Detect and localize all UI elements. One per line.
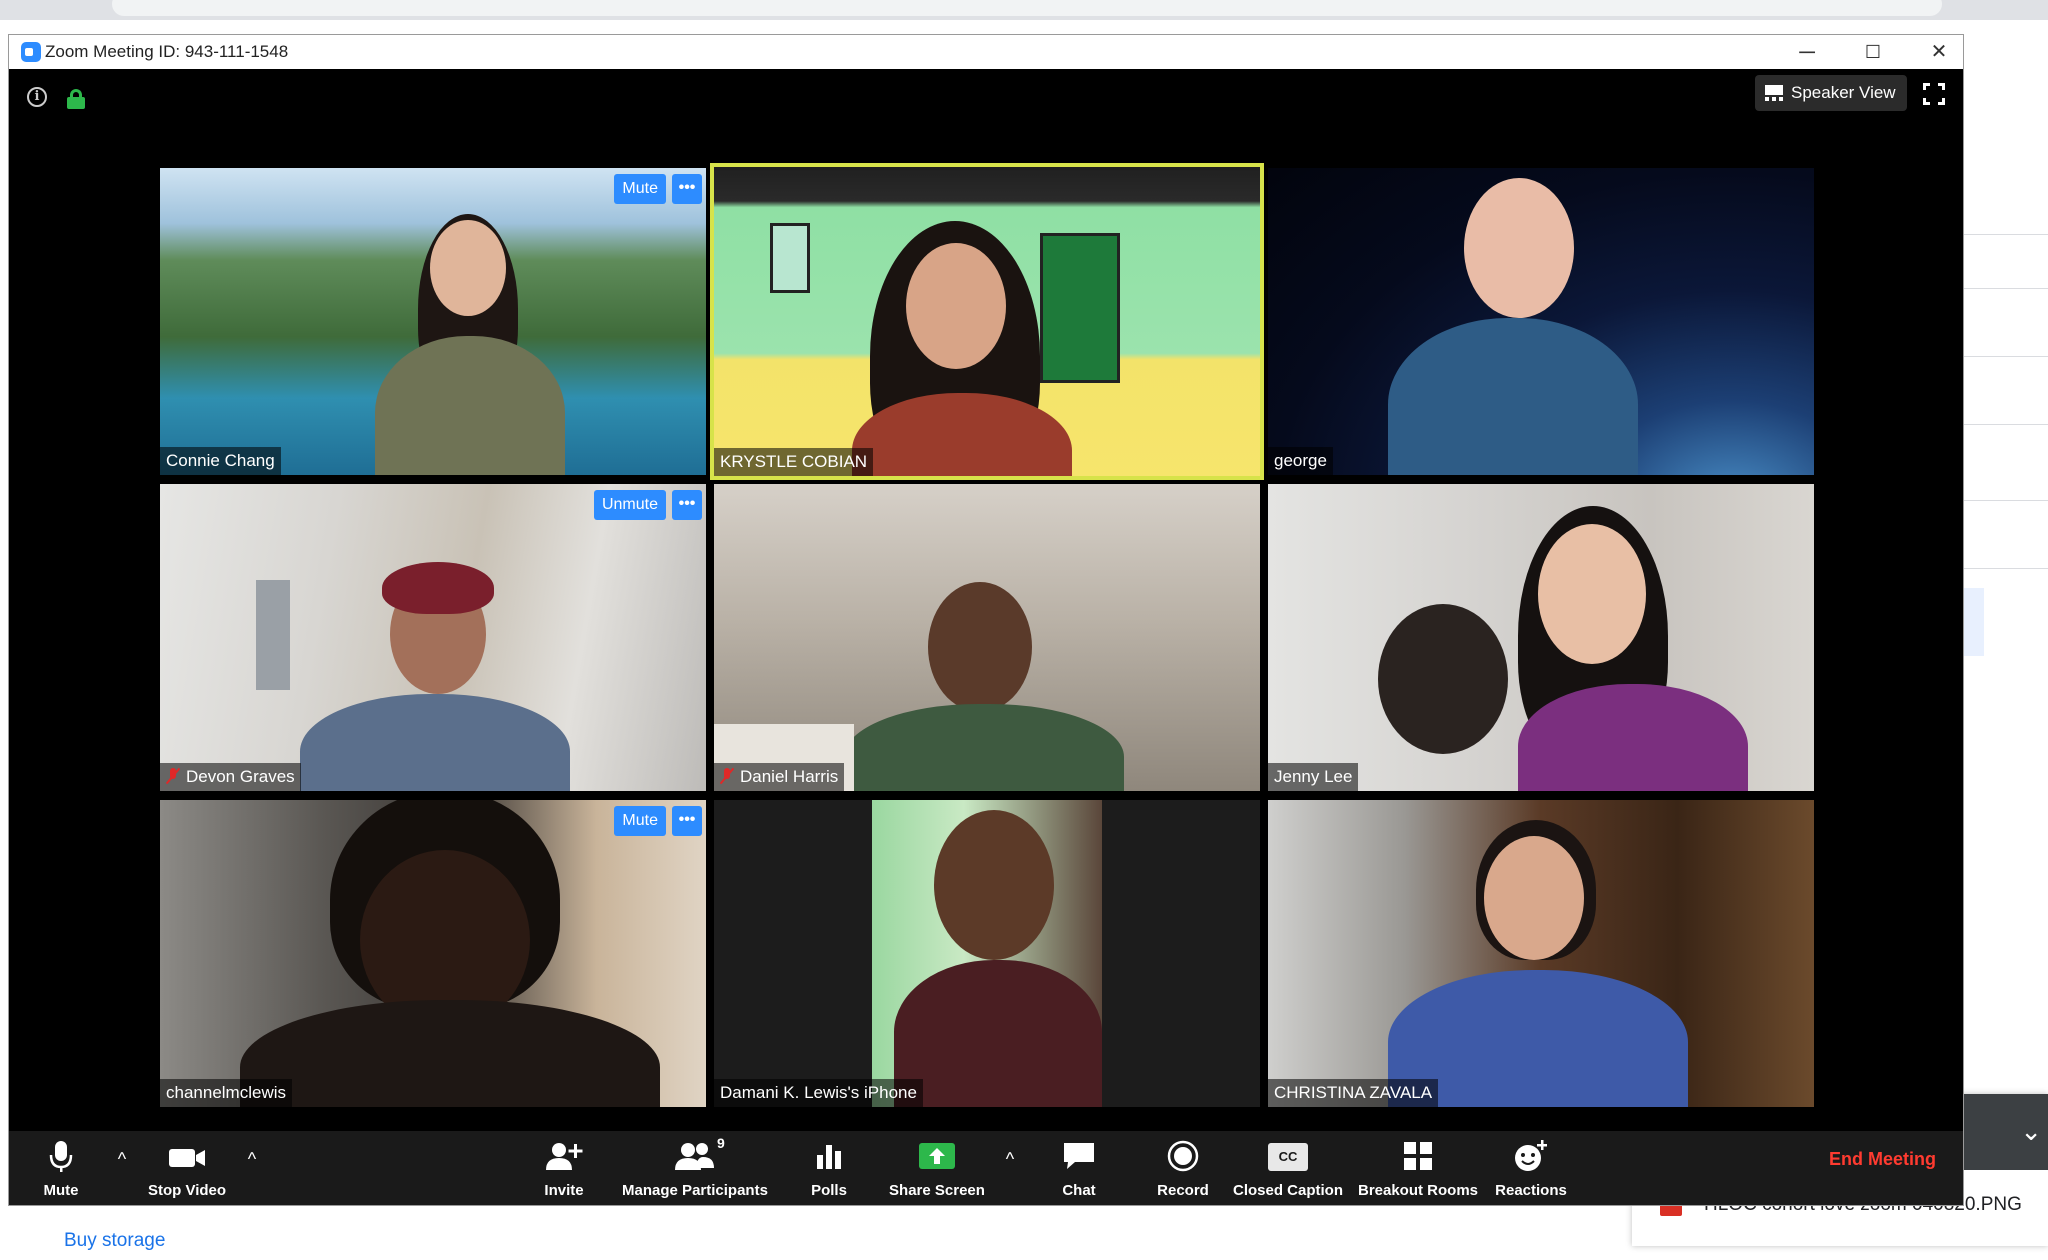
person-face bbox=[928, 582, 1032, 712]
video-tile-george[interactable]: george bbox=[1268, 168, 1814, 475]
person-body bbox=[1388, 318, 1638, 475]
audio-options-caret[interactable]: ^ bbox=[111, 1149, 133, 1171]
meeting-toolbar: Mute ^ Stop Video ^ Invite 9 Manage Part… bbox=[9, 1131, 1963, 1205]
divider bbox=[1964, 288, 2048, 289]
cap bbox=[382, 562, 494, 614]
scene-panel bbox=[256, 580, 290, 690]
participant-name: Jenny Lee bbox=[1268, 763, 1359, 791]
info-icon[interactable]: i bbox=[27, 87, 47, 107]
reactions-icon bbox=[1515, 1140, 1547, 1171]
close-button[interactable]: ✕ bbox=[1909, 37, 1969, 67]
window-title: Zoom Meeting ID: 943-111-1548 bbox=[45, 42, 289, 61]
more-options-button[interactable]: ••• bbox=[672, 490, 702, 520]
video-tile-devon-graves[interactable]: Unmute ••• Devon Graves bbox=[160, 484, 706, 791]
title-bar: Zoom Meeting ID: 943-111-1548 ─ ☐ ✕ bbox=[9, 35, 1963, 69]
fullscreen-icon[interactable] bbox=[1923, 83, 1945, 105]
add-person-icon bbox=[546, 1143, 583, 1170]
participant-name: KRYSTLE COBIAN bbox=[714, 448, 874, 476]
selected-row bbox=[1964, 588, 1984, 656]
divider bbox=[1964, 568, 2048, 569]
more-options-button[interactable]: ••• bbox=[672, 806, 702, 836]
video-tile-channelmclewis[interactable]: Mute ••• channelmclewis bbox=[160, 800, 706, 1107]
mute-participant-button[interactable]: Mute bbox=[614, 174, 666, 204]
person-body bbox=[894, 960, 1102, 1107]
manage-participants-button[interactable]: 9 Manage Participants bbox=[613, 1131, 777, 1205]
participant-name: george bbox=[1268, 447, 1333, 475]
video-options-caret[interactable]: ^ bbox=[241, 1149, 263, 1171]
divider bbox=[1964, 234, 2048, 235]
person-face bbox=[1538, 524, 1646, 664]
invite-button[interactable]: Invite bbox=[529, 1131, 599, 1205]
video-tile-christina-zavala[interactable]: CHRISTINA ZAVALA bbox=[1268, 800, 1814, 1107]
divider bbox=[1964, 500, 2048, 501]
person-face bbox=[1484, 836, 1584, 960]
video-tile-jenny-lee[interactable]: Jenny Lee bbox=[1268, 484, 1814, 791]
speaker-view-button[interactable]: Speaker View bbox=[1755, 75, 1907, 111]
breakout-rooms-icon bbox=[1404, 1142, 1432, 1170]
participant-name: channelmclewis bbox=[160, 1079, 292, 1107]
chat-icon bbox=[1064, 1143, 1094, 1169]
dog bbox=[1378, 604, 1508, 754]
mute-participant-button[interactable]: Mute bbox=[614, 806, 666, 836]
person-body bbox=[375, 336, 565, 475]
lock-icon[interactable] bbox=[67, 89, 85, 109]
more-options-button[interactable]: ••• bbox=[672, 174, 702, 204]
video-tile-damani-lewis[interactable]: Damani K. Lewis's iPhone bbox=[714, 800, 1260, 1107]
stop-video-button[interactable]: Stop Video bbox=[139, 1131, 235, 1205]
browser-top-strip bbox=[0, 0, 2048, 20]
end-meeting-button[interactable]: End Meeting bbox=[1829, 1149, 1936, 1170]
polls-icon bbox=[817, 1145, 841, 1169]
unmute-participant-button[interactable]: Unmute bbox=[593, 490, 666, 520]
video-tile-krystle-cobian[interactable]: KRYSTLE COBIAN bbox=[710, 163, 1264, 480]
participant-name: Connie Chang bbox=[160, 447, 281, 475]
active-speaker-border bbox=[710, 163, 1264, 480]
video-tile-connie-chang[interactable]: Mute ••• Connie Chang bbox=[160, 168, 706, 475]
participant-name: Daniel Harris bbox=[714, 763, 845, 791]
drive-right-panel bbox=[1964, 20, 2048, 1260]
buy-storage-link[interactable]: Buy storage bbox=[64, 1230, 165, 1252]
participants-icon bbox=[675, 1143, 714, 1170]
person-face bbox=[1464, 178, 1574, 318]
person-face bbox=[430, 220, 506, 316]
muted-mic-icon bbox=[166, 768, 180, 784]
zoom-meeting-window: Zoom Meeting ID: 943-111-1548 ─ ☐ ✕ i Sp… bbox=[8, 34, 1964, 1206]
minimize-button[interactable]: ─ bbox=[1777, 37, 1837, 67]
polls-button[interactable]: Polls bbox=[793, 1131, 865, 1205]
speaker-view-icon bbox=[1765, 85, 1783, 101]
record-button[interactable]: Record bbox=[1147, 1131, 1219, 1205]
share-screen-icon bbox=[919, 1143, 955, 1169]
divider bbox=[1964, 356, 2048, 357]
mute-button[interactable]: Mute bbox=[25, 1131, 97, 1205]
chevron-down-icon[interactable]: ⌄ bbox=[2020, 1116, 2042, 1147]
chat-button[interactable]: Chat bbox=[1043, 1131, 1115, 1205]
record-icon bbox=[1167, 1140, 1199, 1172]
muted-mic-icon bbox=[720, 768, 734, 784]
divider bbox=[1964, 424, 2048, 425]
video-tile-daniel-harris[interactable]: Daniel Harris bbox=[714, 484, 1260, 791]
participant-name: Damani K. Lewis's iPhone bbox=[714, 1079, 923, 1107]
closed-caption-button[interactable]: CC Closed Caption bbox=[1231, 1131, 1345, 1205]
closed-caption-icon: CC bbox=[1268, 1143, 1308, 1171]
zoom-logo-icon bbox=[21, 42, 41, 62]
url-bar[interactable] bbox=[112, 0, 1942, 16]
maximize-button[interactable]: ☐ bbox=[1843, 37, 1903, 67]
speaker-view-label: Speaker View bbox=[1791, 83, 1896, 102]
share-options-caret[interactable]: ^ bbox=[999, 1149, 1021, 1171]
person-face bbox=[934, 810, 1054, 960]
reactions-button[interactable]: Reactions bbox=[1493, 1131, 1569, 1205]
microphone-icon bbox=[49, 1141, 73, 1172]
participant-name: Devon Graves bbox=[160, 763, 301, 791]
participant-name: CHRISTINA ZAVALA bbox=[1268, 1079, 1439, 1107]
share-screen-button[interactable]: Share Screen bbox=[877, 1131, 997, 1205]
participant-count-badge: 9 bbox=[717, 1135, 725, 1151]
breakout-rooms-button[interactable]: Breakout Rooms bbox=[1355, 1131, 1481, 1205]
video-camera-icon bbox=[169, 1149, 205, 1167]
